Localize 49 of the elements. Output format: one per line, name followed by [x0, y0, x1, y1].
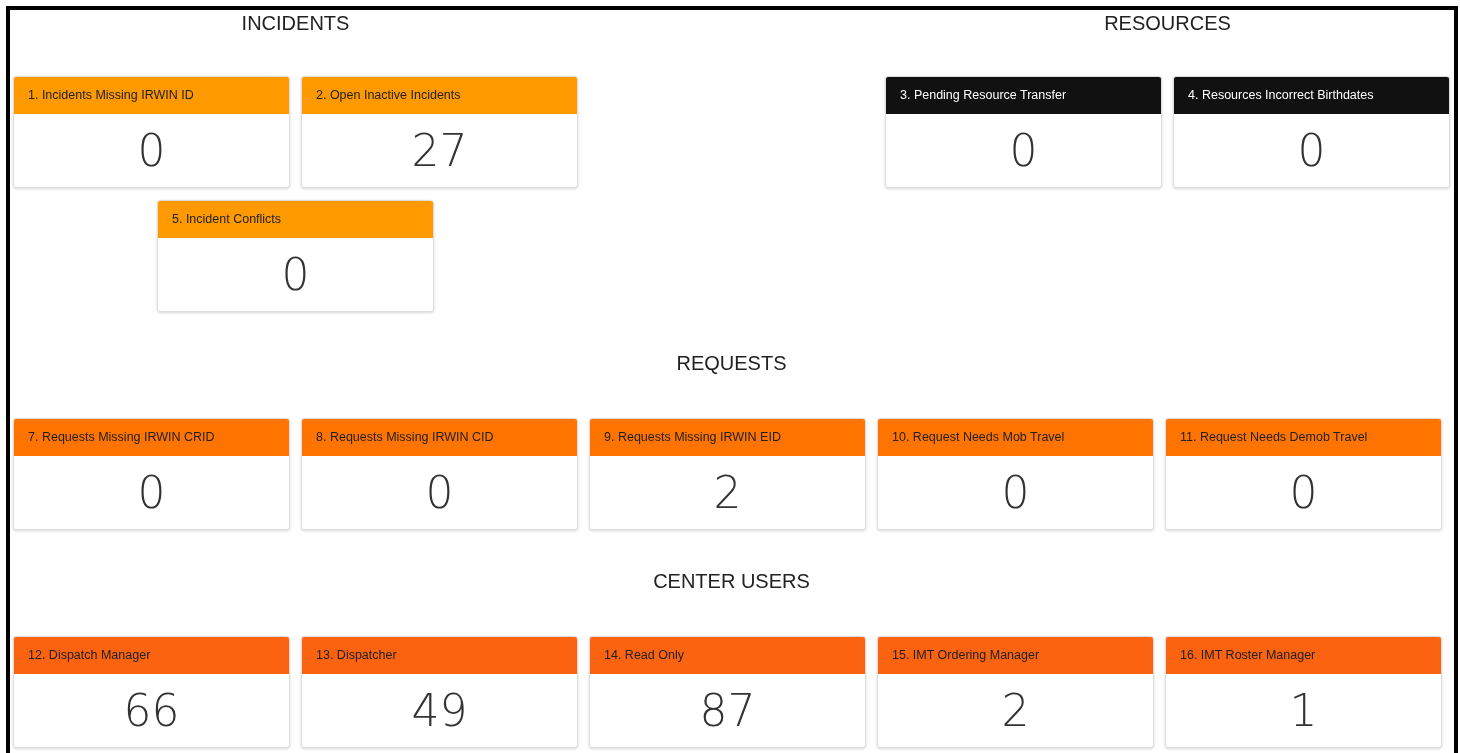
- stat-card[interactable]: 2. Open Inactive Incidents 27: [301, 76, 578, 188]
- stat-card[interactable]: 11. Request Needs Demob Travel 0: [1165, 418, 1442, 530]
- stat-card[interactable]: 12. Dispatch Manager 66: [13, 636, 290, 748]
- card-count: 0: [1296, 124, 1327, 178]
- section-heading: RESOURCES: [1103, 11, 1232, 35]
- card-header: 2. Open Inactive Incidents: [302, 77, 577, 114]
- card-header: 9. Requests Missing IRWIN EID: [590, 419, 865, 456]
- stat-card[interactable]: 14. Read Only 87: [589, 636, 866, 748]
- stat-card[interactable]: 8. Requests Missing IRWIN CID 0: [301, 418, 578, 530]
- card-count: 0: [280, 248, 311, 302]
- section-heading: REQUESTS: [675, 351, 788, 375]
- card-header: 1. Incidents Missing IRWIN ID: [14, 77, 289, 114]
- section-heading: CENTER USERS: [652, 569, 811, 593]
- card-header: 14. Read Only: [590, 637, 865, 674]
- stat-card[interactable]: 13. Dispatcher 49: [301, 636, 578, 748]
- card-count: 2: [1000, 684, 1031, 738]
- card-count: 0: [1000, 466, 1031, 520]
- section-heading: INCIDENTS: [240, 11, 351, 35]
- card-count: 27: [410, 124, 469, 178]
- card-count: 0: [424, 466, 455, 520]
- stat-card[interactable]: 4. Resources Incorrect Birthdates 0: [1173, 76, 1450, 188]
- card-header: 12. Dispatch Manager: [14, 637, 289, 674]
- stat-card[interactable]: 7. Requests Missing IRWIN CRID 0: [13, 418, 290, 530]
- card-header: 8. Requests Missing IRWIN CID: [302, 419, 577, 456]
- card-header: 13. Dispatcher: [302, 637, 577, 674]
- stat-card[interactable]: 1. Incidents Missing IRWIN ID 0: [13, 76, 290, 188]
- stat-card[interactable]: 15. IMT Ordering Manager 2: [877, 636, 1154, 748]
- card-count: 0: [136, 466, 167, 520]
- card-header: 4. Resources Incorrect Birthdates: [1174, 77, 1449, 114]
- stat-card[interactable]: 9. Requests Missing IRWIN EID 2: [589, 418, 866, 530]
- card-header: 10. Request Needs Mob Travel: [878, 419, 1153, 456]
- card-header: 7. Requests Missing IRWIN CRID: [14, 419, 289, 456]
- card-count: 0: [136, 124, 167, 178]
- card-header: 5. Incident Conflicts: [158, 201, 433, 238]
- stat-card[interactable]: 10. Request Needs Mob Travel 0: [877, 418, 1154, 530]
- card-count: 66: [122, 684, 181, 738]
- card-header: 11. Request Needs Demob Travel: [1166, 419, 1441, 456]
- stat-card[interactable]: 5. Incident Conflicts 0: [157, 200, 434, 312]
- stat-card[interactable]: 3. Pending Resource Transfer 0: [885, 76, 1162, 188]
- stat-card[interactable]: 16. IMT Roster Manager 1: [1165, 636, 1442, 748]
- card-header: 16. IMT Roster Manager: [1166, 637, 1441, 674]
- card-header: 15. IMT Ordering Manager: [878, 637, 1153, 674]
- card-count: 0: [1008, 124, 1039, 178]
- card-count: 0: [1288, 466, 1319, 520]
- card-count: 1: [1288, 684, 1319, 738]
- card-count: 49: [410, 684, 469, 738]
- card-count: 87: [698, 684, 757, 738]
- card-header: 3. Pending Resource Transfer: [886, 77, 1161, 114]
- card-count: 2: [712, 466, 743, 520]
